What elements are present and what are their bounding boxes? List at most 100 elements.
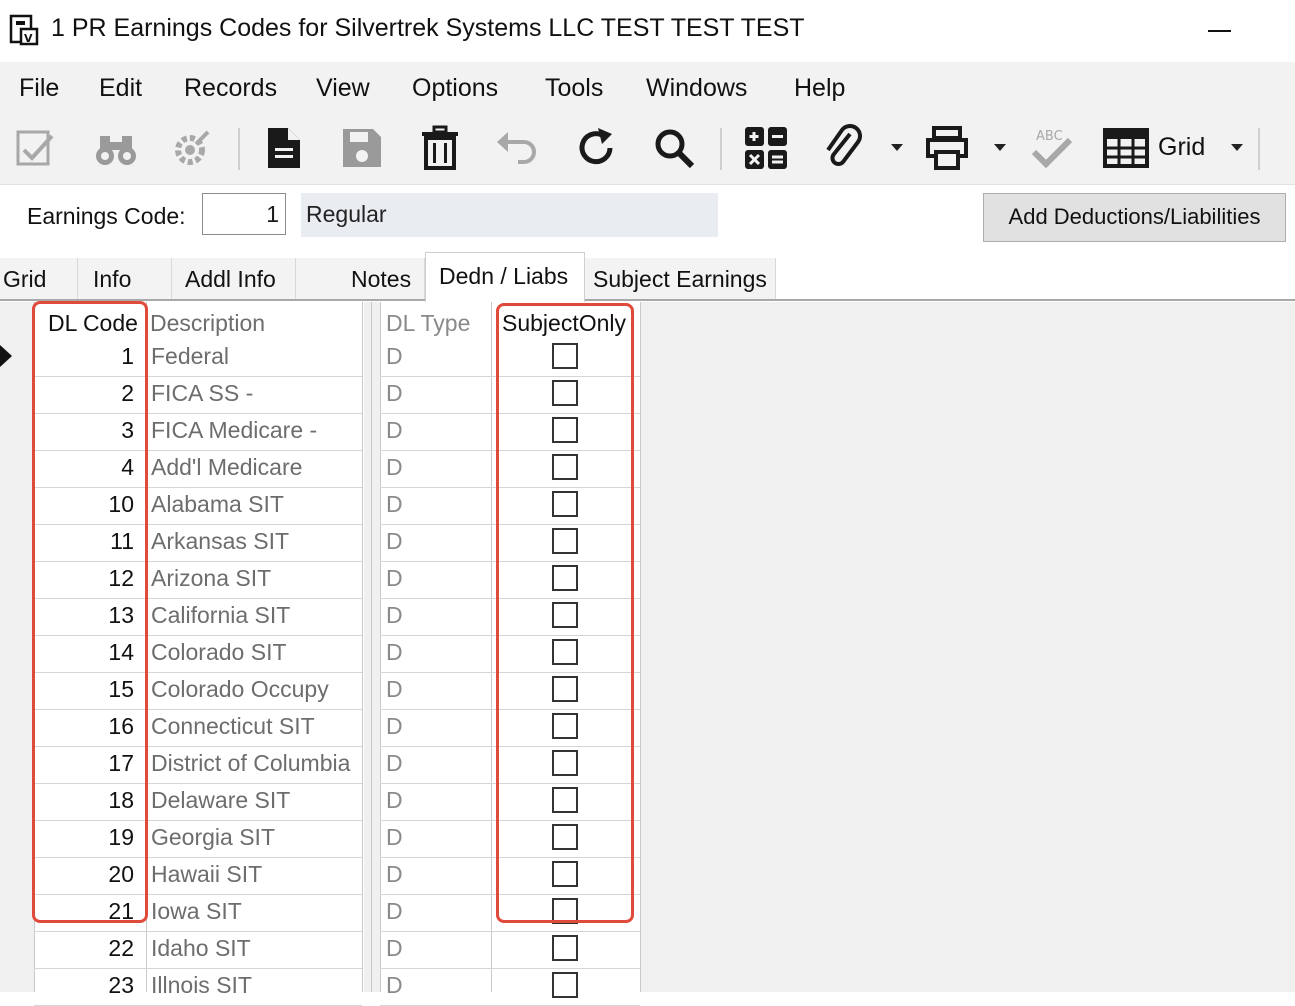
description-cell[interactable]: Idaho SIT <box>151 935 251 962</box>
description-cell[interactable]: California SIT <box>151 602 290 629</box>
description-cell[interactable]: Iowa SIT <box>151 898 242 925</box>
dl-type-cell[interactable]: D <box>386 491 403 518</box>
earnings-code-input[interactable]: 1 <box>202 193 286 235</box>
description-cell[interactable]: FICA SS - <box>151 380 253 407</box>
delete-icon[interactable] <box>416 124 464 172</box>
dl-type-cell[interactable]: D <box>386 565 403 592</box>
subject-only-checkbox[interactable] <box>552 565 578 591</box>
description-cell[interactable]: Illnois SIT <box>151 972 252 999</box>
dl-type-cell[interactable]: D <box>386 935 403 962</box>
new-document-icon[interactable] <box>260 124 308 172</box>
calculator-icon[interactable] <box>742 124 790 172</box>
spellcheck-icon[interactable]: ABC <box>1028 124 1076 172</box>
menu-windows[interactable]: Windows <box>646 74 747 103</box>
dl-code-cell[interactable]: 20 <box>34 861 134 888</box>
description-cell[interactable]: District of Columbia <box>151 750 350 777</box>
description-cell[interactable]: Add'l Medicare <box>151 454 302 481</box>
menu-options[interactable]: Options <box>412 74 498 103</box>
menu-file[interactable]: File <box>19 74 59 103</box>
subject-only-checkbox[interactable] <box>552 861 578 887</box>
settings-icon[interactable] <box>168 124 216 172</box>
subject-only-checkbox[interactable] <box>552 491 578 517</box>
subject-only-checkbox[interactable] <box>552 750 578 776</box>
dl-code-cell[interactable]: 17 <box>34 750 134 777</box>
dl-code-cell[interactable]: 3 <box>34 417 134 444</box>
menu-tools[interactable]: Tools <box>545 74 603 103</box>
subject-only-checkbox[interactable] <box>552 898 578 924</box>
subject-only-checkbox[interactable] <box>552 417 578 443</box>
dl-code-cell[interactable]: 2 <box>34 380 134 407</box>
dl-code-cell[interactable]: 14 <box>34 639 134 666</box>
dl-code-cell[interactable]: 13 <box>34 602 134 629</box>
dl-code-cell[interactable]: 10 <box>34 491 134 518</box>
dl-type-cell[interactable]: D <box>386 639 403 666</box>
checklist-icon[interactable] <box>12 124 60 172</box>
dl-type-cell[interactable]: D <box>386 824 403 851</box>
description-cell[interactable]: FICA Medicare - <box>151 417 317 444</box>
subject-only-checkbox[interactable] <box>552 380 578 406</box>
description-cell[interactable]: Hawaii SIT <box>151 861 262 888</box>
dl-type-cell[interactable]: D <box>386 861 403 888</box>
subject-only-checkbox[interactable] <box>552 528 578 554</box>
save-icon[interactable] <box>338 124 386 172</box>
dl-type-cell[interactable]: D <box>386 602 403 629</box>
dl-code-cell[interactable]: 11 <box>34 528 134 555</box>
dl-code-cell[interactable]: 4 <box>34 454 134 481</box>
tab-dedn-liabs[interactable]: Dedn / Liabs <box>425 252 585 302</box>
view-dropdown-icon[interactable] <box>1231 144 1243 151</box>
dl-code-cell[interactable]: 18 <box>34 787 134 814</box>
dl-type-cell[interactable]: D <box>386 972 403 999</box>
binoculars-icon[interactable] <box>92 124 140 172</box>
menu-edit[interactable]: Edit <box>99 74 142 103</box>
attachment-dropdown-icon[interactable] <box>891 144 903 151</box>
description-cell[interactable]: Arizona SIT <box>151 565 271 592</box>
grid-view-icon[interactable] <box>1102 124 1150 172</box>
undo-icon[interactable] <box>494 124 542 172</box>
dl-type-cell[interactable]: D <box>386 713 403 740</box>
subject-only-checkbox[interactable] <box>552 935 578 961</box>
menu-view[interactable]: View <box>316 74 370 103</box>
dl-type-cell[interactable]: D <box>386 750 403 777</box>
add-deductions-liabilities-button[interactable]: Add Deductions/Liabilities <box>983 193 1286 242</box>
column-header-subject-only[interactable]: SubjectOnly <box>502 310 626 337</box>
dl-type-cell[interactable]: D <box>386 676 403 703</box>
dl-code-cell[interactable]: 1 <box>34 343 134 370</box>
column-header-dl-code[interactable]: DL Code <box>48 310 138 337</box>
description-cell[interactable]: Georgia SIT <box>151 824 275 851</box>
tab-addl-info[interactable]: Addl Info <box>172 258 296 300</box>
subject-only-checkbox[interactable] <box>552 639 578 665</box>
dl-code-cell[interactable]: 23 <box>34 972 134 999</box>
dl-code-cell[interactable]: 22 <box>34 935 134 962</box>
menu-help[interactable]: Help <box>794 74 845 103</box>
minimize-button[interactable] <box>1205 12 1235 48</box>
dl-code-cell[interactable]: 21 <box>34 898 134 925</box>
subject-only-checkbox[interactable] <box>552 787 578 813</box>
dl-code-cell[interactable]: 16 <box>34 713 134 740</box>
subject-only-checkbox[interactable] <box>552 602 578 628</box>
search-icon[interactable] <box>650 124 698 172</box>
dl-type-cell[interactable]: D <box>386 787 403 814</box>
subject-only-checkbox[interactable] <box>552 824 578 850</box>
description-cell[interactable]: Delaware SIT <box>151 787 290 814</box>
dl-type-cell[interactable]: D <box>386 454 403 481</box>
dl-type-cell[interactable]: D <box>386 380 403 407</box>
subject-only-checkbox[interactable] <box>552 343 578 369</box>
dl-code-cell[interactable]: 15 <box>34 676 134 703</box>
subject-only-checkbox[interactable] <box>552 454 578 480</box>
view-mode-label[interactable]: Grid <box>1158 133 1205 162</box>
description-cell[interactable]: Colorado SIT <box>151 639 287 666</box>
tab-grid[interactable]: Grid <box>0 258 78 300</box>
tab-subject-earnings[interactable]: Subject Earnings <box>585 258 776 300</box>
dl-code-cell[interactable]: 19 <box>34 824 134 851</box>
attachment-icon[interactable] <box>820 124 868 172</box>
tab-notes[interactable]: Notes <box>296 258 425 300</box>
description-cell[interactable]: Arkansas SIT <box>151 528 289 555</box>
subject-only-checkbox[interactable] <box>552 713 578 739</box>
subject-only-checkbox[interactable] <box>552 676 578 702</box>
column-header-description[interactable]: Description <box>150 310 265 337</box>
menu-records[interactable]: Records <box>184 74 277 103</box>
description-cell[interactable]: Alabama SIT <box>151 491 284 518</box>
dl-type-cell[interactable]: D <box>386 343 403 370</box>
tab-info[interactable]: Info <box>78 258 172 300</box>
dl-code-cell[interactable]: 12 <box>34 565 134 592</box>
